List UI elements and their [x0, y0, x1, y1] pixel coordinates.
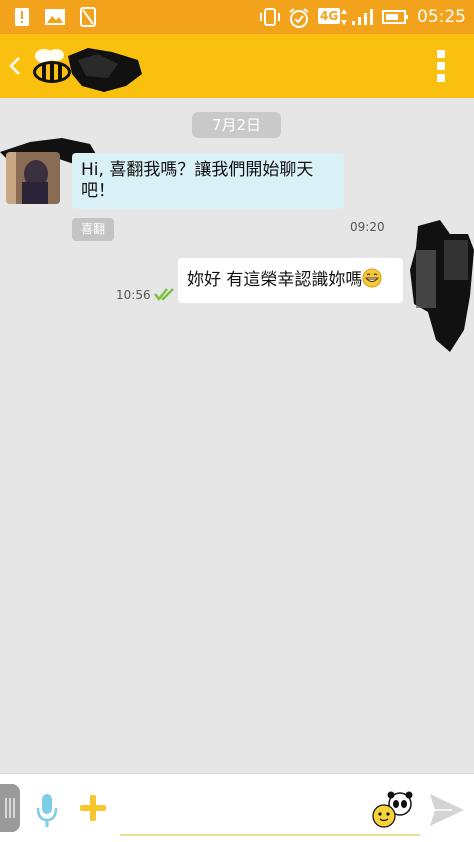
- outgoing-message-text: 妳好 有這榮幸認識妳嗎: [187, 270, 363, 290]
- image-icon: [45, 9, 65, 25]
- outgoing-message-bubble[interactable]: 妳好 有這榮幸認識妳嗎: [178, 258, 403, 303]
- send-icon[interactable]: [428, 792, 466, 828]
- alert-icon: [15, 8, 29, 26]
- sticker-icon[interactable]: [370, 790, 414, 830]
- plus-icon[interactable]: [78, 793, 108, 823]
- double-check-icon: [154, 288, 174, 301]
- date-divider: 7月2日: [192, 112, 281, 138]
- vibrate-icon: [260, 8, 280, 26]
- chevron-left-icon[interactable]: [4, 50, 26, 82]
- microphone-icon[interactable]: [34, 790, 60, 830]
- incoming-message-line-1: Hi, 喜翻我嗎？讓我們開始聊天: [81, 160, 314, 180]
- network-type: 4G: [318, 8, 341, 24]
- more-vertical-icon[interactable]: [432, 48, 450, 84]
- status-time: 05:25: [417, 7, 466, 27]
- avatar-image: [6, 152, 60, 204]
- redacted-own-avatar: [410, 220, 474, 352]
- alarm-icon: [289, 8, 309, 28]
- keyboard-toggle[interactable]: [0, 784, 20, 832]
- incoming-timestamp: 09:20: [350, 220, 385, 234]
- grinning-face-icon: [362, 268, 382, 288]
- data-arrows-icon: [341, 9, 347, 25]
- no-sim-icon: [80, 7, 96, 27]
- incoming-message-line-2: 吧！: [81, 181, 115, 201]
- redacted-contact-name: [68, 48, 142, 92]
- message-composer: [0, 773, 474, 842]
- avatar[interactable]: [6, 152, 60, 204]
- outgoing-timestamp: 10:56: [116, 288, 151, 302]
- incoming-message-bubble[interactable]: Hi, 喜翻我嗎？讓我們開始聊天 吧！: [72, 153, 344, 209]
- status-bar: 4G 05:25: [0, 0, 474, 34]
- app-bar: [0, 34, 474, 98]
- signal-icon: [352, 9, 373, 25]
- sender-tag: 喜翻: [72, 218, 114, 241]
- battery-icon: [382, 10, 408, 24]
